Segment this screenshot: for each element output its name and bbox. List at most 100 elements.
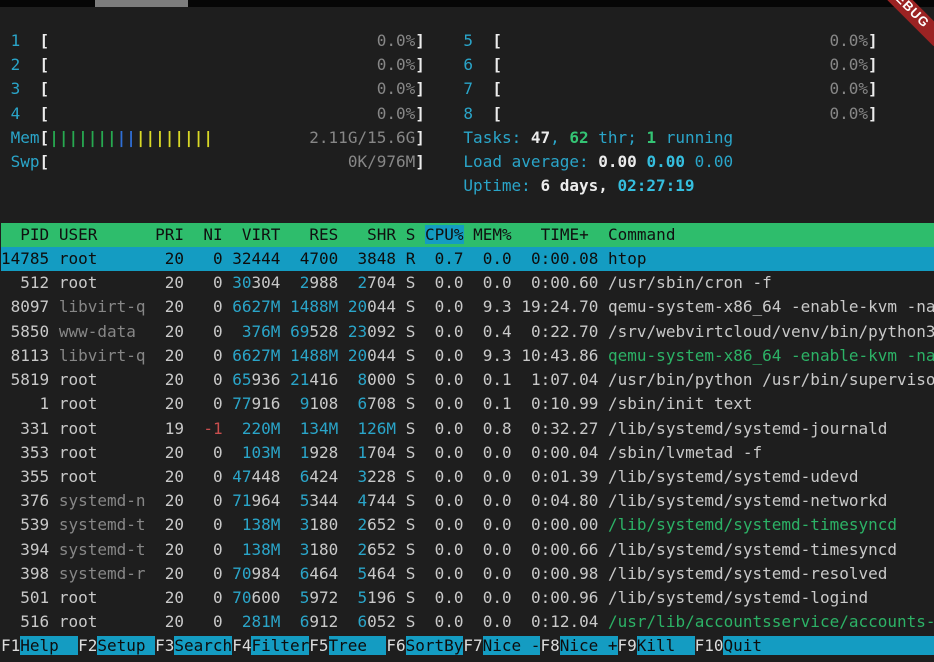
fbtn-nice[interactable]: Nice - xyxy=(483,636,541,655)
fbtn-help[interactable]: Help xyxy=(20,636,78,655)
process-row[interactable]: 331 root 19 -1 220M 134M 126M S 0.0 0.8 … xyxy=(1,417,934,441)
fbtn-quit[interactable]: Quit xyxy=(723,636,781,655)
cell-virt: 220M xyxy=(232,419,280,438)
process-row[interactable]: 355 root 20 0 47448 6424 3228 S 0.0 0.0 … xyxy=(1,465,934,489)
cell-ni: 0 xyxy=(194,540,223,559)
cell-cpu: 0.0 xyxy=(425,540,464,559)
cell-command: /srv/webvirtcloud/venv/bin/python3 xyxy=(608,322,934,341)
fkey-search[interactable]: F3 xyxy=(155,636,174,655)
col-time[interactable]: TIME+ xyxy=(541,225,589,244)
cell-user: systemd-r xyxy=(59,564,146,583)
col-res[interactable]: RES xyxy=(290,225,338,244)
cell-shr: 4 xyxy=(348,491,367,510)
fbtn-kill[interactable]: Kill xyxy=(637,636,695,655)
fkey-filter[interactable]: F4 xyxy=(232,636,251,655)
cell-user: systemd-t xyxy=(59,515,146,534)
fbtn-search[interactable]: Search xyxy=(174,636,232,655)
col-pid[interactable]: PID xyxy=(1,225,49,244)
cell-virt: 984 xyxy=(252,564,281,583)
cell-virt: 936 xyxy=(252,370,281,389)
fbtn-nice[interactable]: Nice + xyxy=(560,636,618,655)
process-row[interactable]: 398 systemd-r 20 0 70984 6464 5464 S 0.0… xyxy=(1,562,934,586)
fkey-tree[interactable]: F5 xyxy=(309,636,328,655)
cell-state: S xyxy=(406,419,416,438)
fkey-nice[interactable]: F7 xyxy=(463,636,482,655)
mem-bar-cache: |||||||| xyxy=(136,128,213,147)
fbtn-filter[interactable]: Filter xyxy=(251,636,309,655)
col-pri[interactable]: PRI xyxy=(155,225,184,244)
cell-shr: 052 xyxy=(367,612,396,631)
col-mem[interactable]: MEM% xyxy=(473,225,512,244)
cell-res: 69 xyxy=(290,322,309,341)
col-shr[interactable]: SHR xyxy=(348,225,396,244)
htop-terminal-window: DEBUG 1 [ 0.0%] 5 [ 0.0%] 2 [ 0.0%] 6 [ … xyxy=(0,0,934,662)
cell-virt: 600 xyxy=(252,588,281,607)
process-row[interactable]: 1 root 20 0 77916 9108 6708 S 0.0 0.1 0:… xyxy=(1,392,934,416)
col-command[interactable]: Command xyxy=(608,225,868,244)
process-row[interactable]: 539 systemd-t 20 0 138M 3180 2652 S 0.0 … xyxy=(1,513,934,537)
cell-user: root xyxy=(59,588,146,607)
fkey-setup[interactable]: F2 xyxy=(78,636,97,655)
tab-indicator[interactable] xyxy=(95,0,188,7)
fbtn-sortby[interactable]: SortBy xyxy=(406,636,464,655)
process-row[interactable]: 394 systemd-t 20 0 138M 3180 2652 S 0.0 … xyxy=(1,538,934,562)
cell-pri: 20 xyxy=(155,612,184,631)
cell-pid: 1 xyxy=(1,394,49,413)
mem-bar-used: ||||||| xyxy=(49,128,116,147)
fkey-kill[interactable]: F9 xyxy=(618,636,637,655)
cell-mem: 0.8 xyxy=(473,419,512,438)
col-state[interactable]: S xyxy=(406,225,416,244)
fkey-sortby[interactable]: F6 xyxy=(386,636,405,655)
process-row[interactable]: 5850 www-data 20 0 376M 69528 23092 S 0.… xyxy=(1,320,934,344)
process-row[interactable]: 512 root 20 0 30304 2988 2704 S 0.0 0.0 … xyxy=(1,271,934,295)
process-row[interactable]: 376 systemd-n 20 0 71964 5344 4744 S 0.0… xyxy=(1,489,934,513)
cell-pid: 8113 xyxy=(1,346,49,365)
cpu3-meter-open: [ xyxy=(40,79,50,98)
fkey-help[interactable]: F1 xyxy=(1,636,20,655)
cell-command: /usr/lib/accountsservice/accounts- xyxy=(608,612,934,631)
cpu-meter-row: 1 [ 0.0%] 5 [ 0.0%] xyxy=(1,29,934,53)
fkey-quit[interactable]: F10 xyxy=(695,636,724,655)
process-row[interactable]: 353 root 20 0 103M 1928 1704 S 0.0 0.0 0… xyxy=(1,441,934,465)
col-cpu-sort[interactable]: CPU% xyxy=(425,225,464,244)
fbtn-setup[interactable]: Setup xyxy=(97,636,155,655)
mem-bar-buffers: || xyxy=(117,128,136,147)
cpu2-label: 2 xyxy=(11,55,21,74)
cell-mem: 0.0 xyxy=(473,540,512,559)
cpu3-label: 3 xyxy=(11,79,21,98)
cell-command: /lib/systemd/systemd-timesyncd xyxy=(608,515,897,534)
fbtn-tree[interactable]: Tree xyxy=(329,636,387,655)
terminal-content: 1 [ 0.0%] 5 [ 0.0%] 2 [ 0.0%] 6 [ 0.0%] … xyxy=(1,29,934,659)
cell-pri: 20 xyxy=(155,273,184,292)
cell-res: 21 xyxy=(290,370,309,389)
cell-mem: 0.0 xyxy=(473,564,512,583)
cell-command: /usr/bin/python /usr/bin/superviso xyxy=(608,370,934,389)
process-row[interactable]: 8113 libvirt-q 20 0 6627M 1488M 20044 S … xyxy=(1,344,934,368)
cell-res: 988 xyxy=(309,273,338,292)
cell-state: S xyxy=(406,443,416,462)
cell-state: S xyxy=(406,612,416,631)
running-count: 1 xyxy=(646,128,656,147)
process-row[interactable]: 8097 libvirt-q 20 0 6627M 1488M 20044 S … xyxy=(1,295,934,319)
cell-mem: 0.0 xyxy=(473,249,512,268)
cell-cpu: 0.0 xyxy=(425,419,464,438)
cell-cpu: 0.0 xyxy=(425,346,464,365)
col-virt[interactable]: VIRT xyxy=(232,225,280,244)
col-ni[interactable]: NI xyxy=(194,225,223,244)
process-row[interactable]: 14785 root 20 0 32444 4700 3848 R 0.7 0.… xyxy=(1,247,934,271)
col-user[interactable]: USER xyxy=(59,225,146,244)
cell-virt: 103M xyxy=(232,443,280,462)
cell-user: root xyxy=(59,273,146,292)
cell-pid: 512 xyxy=(1,273,49,292)
process-row[interactable]: 5819 root 20 0 65936 21416 8000 S 0.0 0.… xyxy=(1,368,934,392)
process-row[interactable]: 501 root 20 0 70600 5972 5196 S 0.0 0.0 … xyxy=(1,586,934,610)
cell-pri: 20 xyxy=(155,249,184,268)
cpu5-meter-value: 0.0% xyxy=(829,31,868,50)
cell-shr: 6 xyxy=(348,394,367,413)
threads-count: 62 xyxy=(569,128,588,147)
process-row[interactable]: 516 root 20 0 281M 6912 6052 S 0.0 0.0 0… xyxy=(1,610,934,634)
cell-shr: 1 xyxy=(348,443,367,462)
cell-time: 0:22.70 xyxy=(521,322,598,341)
fkey-nice[interactable]: F8 xyxy=(540,636,559,655)
cell-shr: 6 xyxy=(348,612,367,631)
